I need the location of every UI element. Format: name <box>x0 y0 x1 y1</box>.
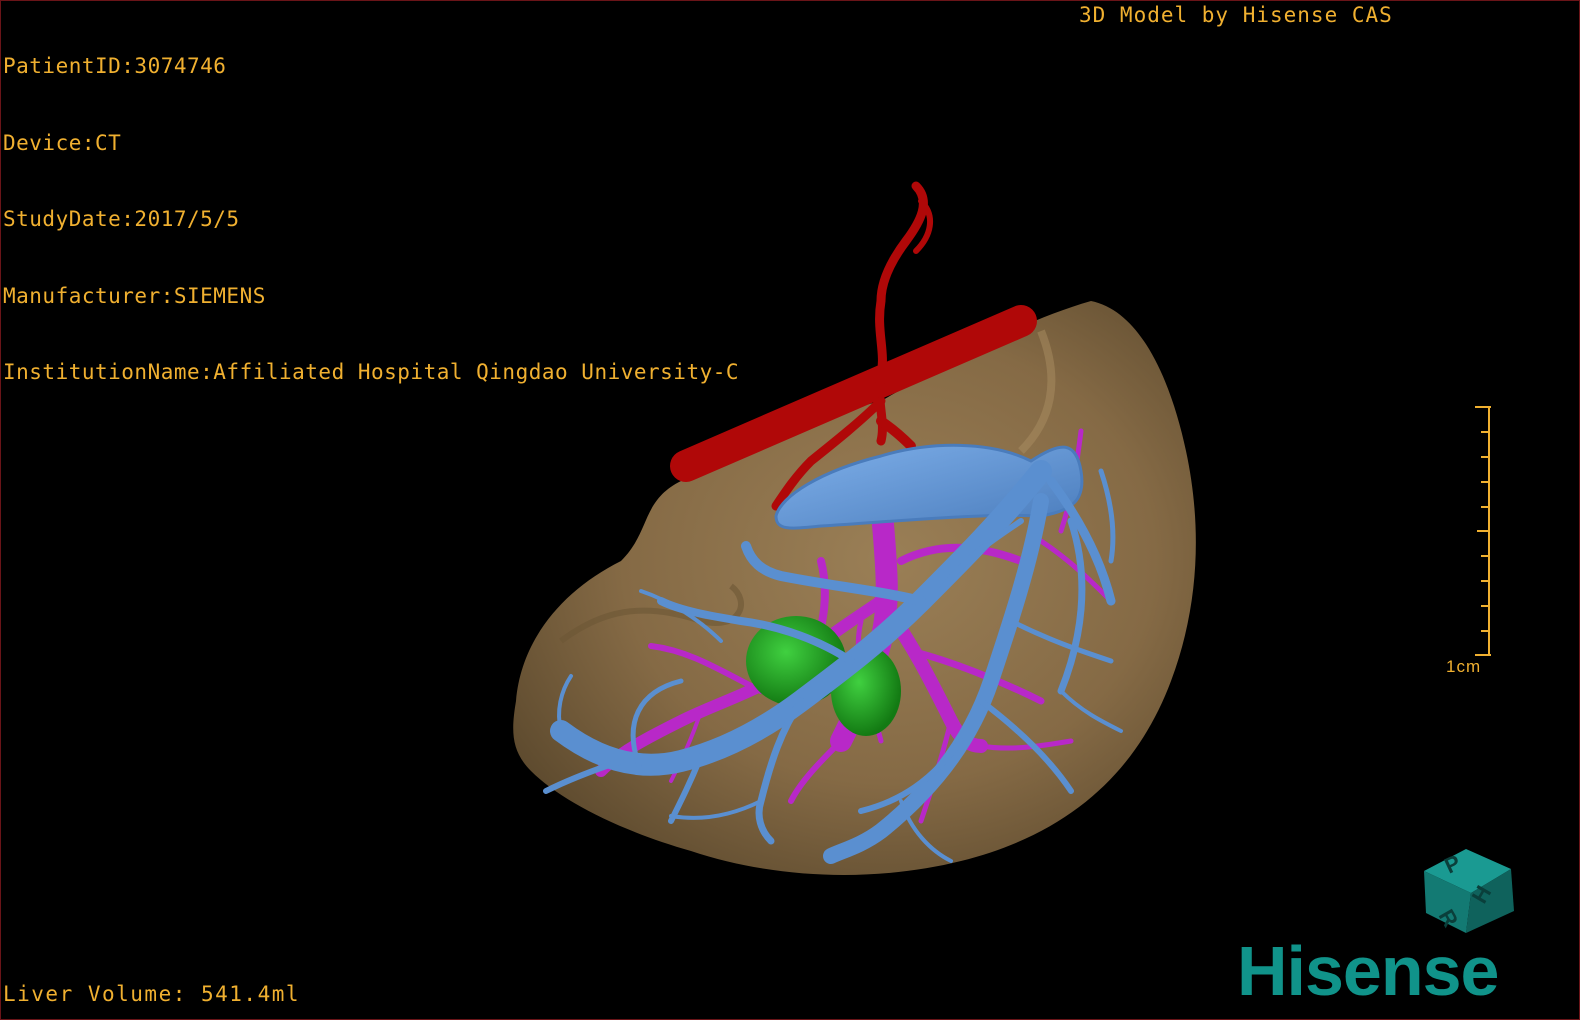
dicom-info-overlay: PatientID:3074746 Device:CT StudyDate:20… <box>3 3 739 437</box>
study-date-text: StudyDate:2017/5/5 <box>3 207 240 231</box>
hisense-logo: Hisense <box>1237 932 1499 1010</box>
orientation-cube[interactable]: P H R <box>1416 831 1526 941</box>
3d-viewport[interactable]: PatientID:3074746 Device:CT StudyDate:20… <box>0 0 1580 1020</box>
institution-name-text: InstitutionName:Affiliated Hospital Qing… <box>3 360 740 384</box>
model-credit-text: 3D Model by Hisense CAS <box>1079 3 1393 27</box>
scale-bar <box>1475 406 1491 656</box>
manufacturer-text: Manufacturer:SIEMENS <box>3 283 266 308</box>
liver-volume-text: Liver Volume: 541.4ml <box>3 982 301 1006</box>
device-text: Device:CT <box>3 130 122 155</box>
scale-bar-label: 1cm <box>1446 657 1482 676</box>
patient-id-text: PatientID:3074746 <box>3 54 227 78</box>
